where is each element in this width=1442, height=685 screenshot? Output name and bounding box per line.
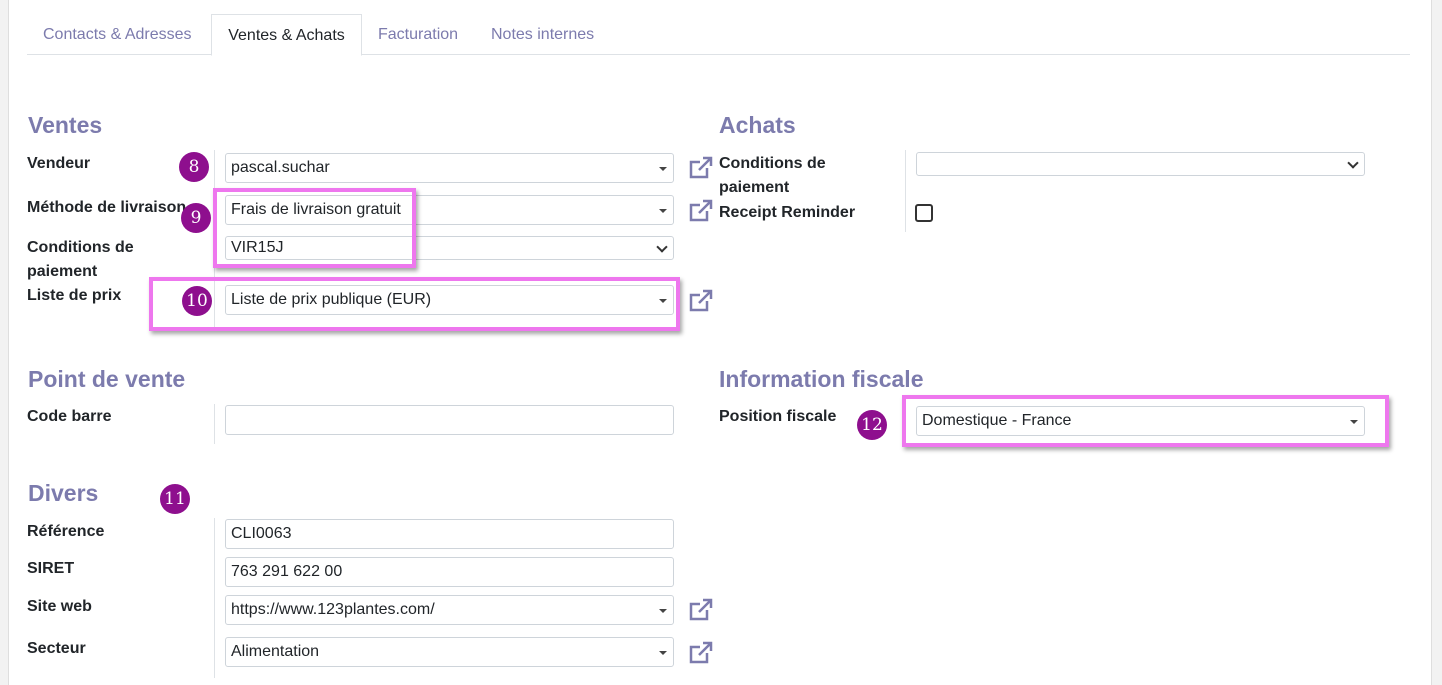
tab-facturation[interactable]: Facturation (378, 14, 458, 54)
external-link-icon[interactable] (688, 198, 714, 224)
annotation-badge-8: 8 (179, 152, 209, 182)
highlight-box-12 (902, 395, 1389, 447)
notebook-tabs: Contacts & Adresses Ventes & Achats Fact… (27, 14, 1410, 56)
achats-conditions-label-line1: Conditions de (719, 155, 826, 172)
reference-label: Référence (27, 523, 105, 540)
chevron-down-icon (1347, 157, 1359, 169)
window-right-scrollbar[interactable] (1431, 0, 1442, 685)
siret-value: 763 291 622 00 (231, 563, 343, 580)
section-title-ventes: Ventes (28, 112, 103, 138)
vendeur-select[interactable]: pascal.suchar (225, 153, 674, 183)
conditions-paiement-label-line2: paiement (27, 263, 98, 280)
siret-input[interactable]: 763 291 622 00 (225, 557, 674, 587)
reference-input[interactable]: CLI0063 (225, 519, 674, 549)
section-title-information-fiscale: Information fiscale (719, 366, 924, 392)
secteur-label: Secteur (27, 640, 86, 657)
pdv-separator (214, 404, 215, 444)
annotation-badge-10: 10 (182, 286, 212, 316)
secteur-select[interactable]: Alimentation (225, 637, 674, 667)
code-barre-label: Code barre (27, 408, 112, 425)
caret-down-icon (659, 609, 667, 613)
achats-conditions-label-line2: paiement (719, 179, 790, 196)
caret-down-icon (659, 167, 667, 171)
conditions-paiement-label: Conditions de paiement (27, 236, 134, 284)
position-fiscale-label: Position fiscale (719, 408, 837, 425)
receipt-reminder-checkbox[interactable] (915, 204, 933, 222)
site-web-value: https://www.123plantes.com/ (231, 601, 435, 618)
site-web-select[interactable]: https://www.123plantes.com/ (225, 595, 674, 625)
tab-contacts-adresses[interactable]: Contacts & Adresses (43, 14, 192, 54)
code-barre-input[interactable] (225, 405, 674, 435)
annotation-badge-9: 9 (181, 203, 211, 233)
siret-label: SIRET (27, 560, 75, 577)
divers-separator (214, 518, 215, 678)
caret-down-icon (659, 209, 667, 213)
reference-value: CLI0063 (231, 525, 292, 542)
receipt-reminder-label: Receipt Reminder (719, 204, 856, 221)
section-title-point-de-vente: Point de vente (28, 366, 186, 392)
vendeur-value: pascal.suchar (231, 159, 330, 176)
vendeur-label: Vendeur (27, 155, 91, 172)
liste-prix-label: Liste de prix (27, 287, 122, 304)
caret-down-icon (659, 651, 667, 655)
section-title-divers: Divers (28, 480, 99, 506)
tab-ventes-achats[interactable]: Ventes & Achats (211, 14, 362, 56)
external-link-icon[interactable] (688, 597, 714, 623)
external-link-icon[interactable] (688, 288, 714, 314)
annotation-badge-12: 12 (857, 410, 887, 440)
highlight-box-10 (149, 277, 680, 331)
external-link-icon[interactable] (688, 640, 714, 666)
achats-conditions-select[interactable] (916, 152, 1365, 176)
secteur-value: Alimentation (231, 643, 320, 660)
external-link-icon[interactable] (688, 155, 714, 181)
tab-notes-internes[interactable]: Notes internes (491, 14, 594, 54)
window-left-border (0, 0, 9, 685)
highlight-box-9 (213, 188, 416, 268)
chevron-down-icon (656, 241, 668, 253)
site-web-label: Site web (27, 598, 92, 615)
annotation-badge-11: 11 (160, 484, 190, 514)
section-title-achats: Achats (719, 112, 796, 138)
livraison-label: Méthode de livraison (27, 199, 187, 216)
achats-conditions-label: Conditions de paiement (719, 152, 826, 200)
conditions-paiement-label-line1: Conditions de (27, 239, 134, 256)
achats-separator (905, 150, 906, 232)
